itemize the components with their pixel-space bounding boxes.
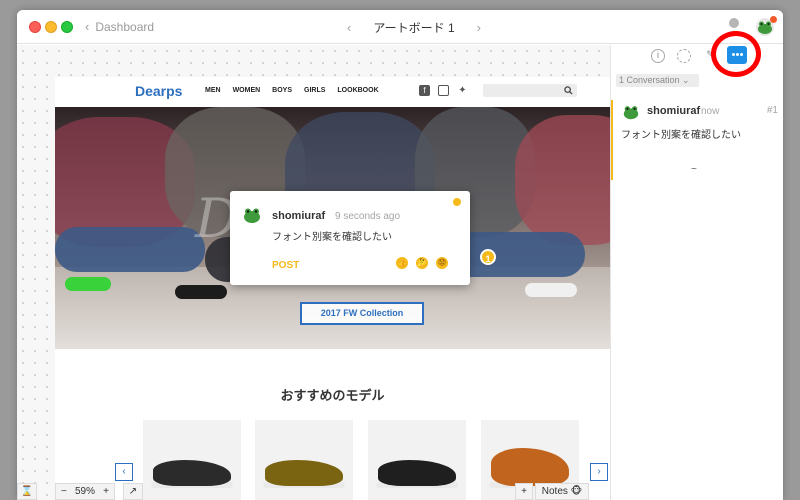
highlight-circle [711, 31, 761, 77]
zoom-window-button[interactable] [61, 21, 73, 33]
comment-popup: shomiuraf 9 seconds ago フォント別案を確認したい POS… [230, 191, 470, 285]
carousel-prev-button[interactable]: ‹ [115, 463, 133, 481]
zoom-level: 59% [74, 486, 95, 497]
carousel-next-button[interactable]: › [590, 463, 608, 481]
comment-timestamp: 9 seconds ago [335, 211, 401, 222]
title-bar: ‹ Dashboard ‹ アートボード 1 › [17, 10, 783, 44]
hero-jeans [55, 227, 205, 272]
next-artboard-button[interactable]: › [477, 20, 481, 35]
panel-toolbar: i ✎ [611, 31, 783, 77]
artboard-switcher: ‹ アートボード 1 › [347, 19, 481, 36]
close-window-button[interactable] [29, 21, 41, 33]
site-search-input[interactable] [483, 84, 577, 97]
hero-figure [515, 115, 610, 245]
section-title: おすすめのモデル [280, 388, 385, 403]
inspect-icon[interactable] [677, 49, 691, 63]
site-nav-item-boys[interactable]: BOYS [272, 87, 292, 94]
hourglass-icon[interactable]: ⌛ [17, 483, 37, 500]
collection-button[interactable]: 2017 FW Collection [300, 302, 424, 325]
search-icon [564, 86, 573, 95]
comments-panel: i ✎ 1 Conversation ⌄ shomiuraf now #1 フォ [610, 31, 783, 500]
post-button[interactable]: POST [272, 260, 299, 271]
sneaker-image [153, 460, 231, 486]
product-card[interactable] [255, 420, 353, 500]
conversation-author: shomiuraf [647, 105, 701, 117]
site-nav-item-girls[interactable]: GIRLS [304, 87, 325, 94]
back-to-dashboard-link[interactable]: ‹ Dashboard [85, 19, 154, 34]
facebook-icon[interactable]: f [419, 85, 430, 96]
bottom-toolbar-left: ⌛ [17, 483, 37, 500]
conversation-number: #1 [766, 105, 778, 116]
sneaker-image [265, 460, 343, 486]
site-brand-logo[interactable]: Dearps [135, 83, 182, 99]
frog-avatar-icon [623, 106, 639, 120]
hero-shoe [175, 285, 227, 299]
thinking-face-icon[interactable]: 🤔 [416, 257, 428, 269]
minimize-window-button[interactable] [45, 21, 57, 33]
conversation-timestamp: now [701, 106, 720, 117]
instagram-icon[interactable] [438, 85, 449, 96]
app-window: ‹ Dashboard ‹ アートボード 1 › Dearps MEN WOME… [17, 10, 783, 500]
back-link-label: Dashboard [95, 19, 155, 34]
conversation-text: フォント別案を確認したい [621, 130, 741, 141]
boot-image [491, 448, 569, 486]
hero-shoe [525, 283, 577, 297]
site-nav-item-women[interactable]: WOMEN [233, 87, 261, 94]
comment-marker[interactable]: 1 [480, 249, 496, 265]
product-card[interactable] [368, 420, 466, 500]
sneaker-image [378, 460, 456, 486]
site-nav-item-lookbook[interactable]: LOOKBOOK [337, 87, 378, 94]
info-icon[interactable]: i [651, 49, 665, 63]
twitter-icon[interactable]: ✦ [457, 85, 468, 96]
artboard[interactable]: Dearps MEN WOMEN BOYS GIRLS LOOKBOOK f ✦ [55, 77, 610, 500]
conversation-item[interactable]: shomiuraf now #1 フォント別案を確認したい [611, 100, 783, 180]
artboard-title: アートボード 1 [373, 21, 455, 35]
site-nav-item-men[interactable]: MEN [205, 87, 221, 94]
zoom-control: − 59% + [55, 483, 115, 500]
bottom-toolbar-right: + Notes 🐵 [515, 483, 589, 500]
worried-face-icon[interactable]: 😟 [436, 257, 448, 269]
conversation-filter-select[interactable]: 1 Conversation ⌄ [616, 74, 699, 87]
unread-status-dot [453, 198, 461, 206]
site-nav: MEN WOMEN BOYS GIRLS LOOKBOOK [205, 87, 379, 94]
comment-author: shomiuraf [272, 210, 326, 222]
frog-avatar-icon [244, 208, 260, 223]
conversation-divider: ~ [691, 164, 697, 175]
zoom-in-button[interactable]: + [103, 486, 109, 497]
zoom-out-button[interactable]: − [61, 486, 67, 497]
product-card[interactable] [143, 420, 241, 500]
reaction-bar: 👍 🤔 😟 [396, 257, 448, 269]
comment-text: フォント別案を確認したい [272, 232, 392, 243]
site-header: Dearps MEN WOMEN BOYS GIRLS LOOKBOOK f ✦ [55, 77, 610, 107]
add-note-button[interactable]: + [515, 483, 533, 500]
social-links: f ✦ [419, 85, 468, 96]
export-icon[interactable]: ↗ [123, 483, 143, 500]
notification-dot [770, 16, 777, 23]
chevron-left-icon: ‹ [85, 19, 90, 34]
notes-button[interactable]: Notes 🐵 [535, 483, 589, 500]
thumbs-up-icon[interactable]: 👍 [396, 257, 408, 269]
prev-artboard-button[interactable]: ‹ [347, 20, 351, 35]
design-canvas[interactable]: Dearps MEN WOMEN BOYS GIRLS LOOKBOOK f ✦ [17, 45, 610, 500]
hero-shoe [65, 277, 111, 291]
